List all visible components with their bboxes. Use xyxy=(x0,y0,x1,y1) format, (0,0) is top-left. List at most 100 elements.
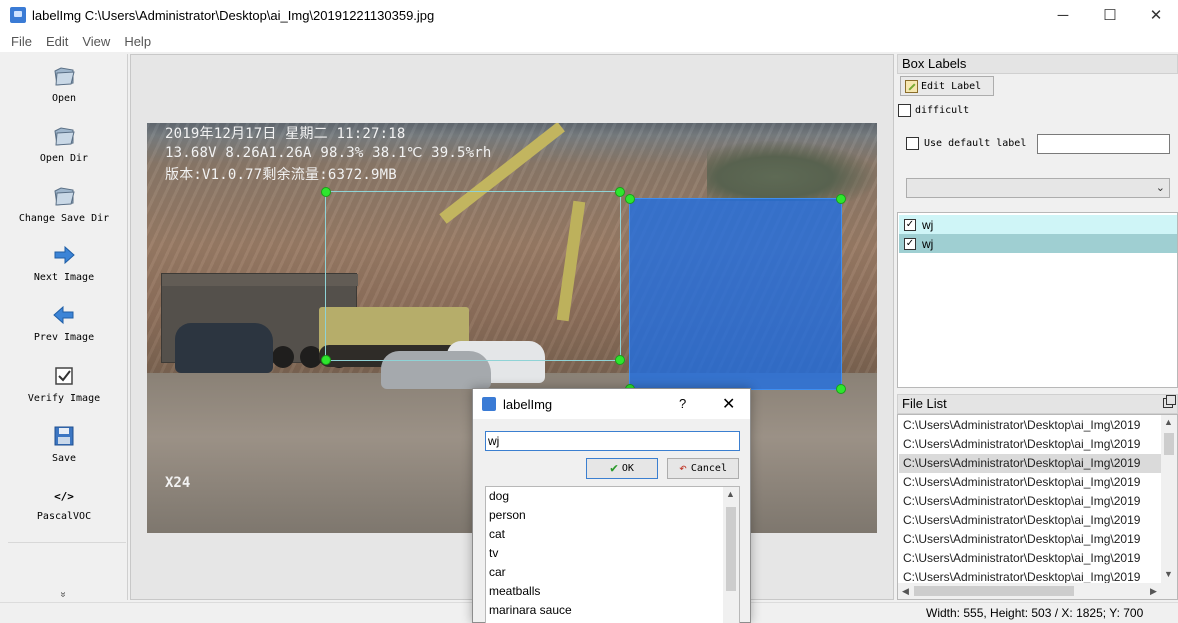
ok-button[interactable]: ✔ OK xyxy=(586,458,658,479)
open-dir-button[interactable]: Open Dir xyxy=(2,124,126,164)
file-item[interactable]: C:\Users\Administrator\Desktop\ai_Img\20… xyxy=(899,416,1161,435)
file-item[interactable]: C:\Users\Administrator\Desktop\ai_Img\20… xyxy=(899,492,1161,511)
file-list-title: File List xyxy=(897,394,1178,414)
cancel-label: Cancel xyxy=(690,463,727,474)
folder-icon xyxy=(54,127,75,146)
resize-handle[interactable] xyxy=(836,384,846,394)
app-icon xyxy=(10,7,26,23)
trees xyxy=(707,141,877,201)
list-item[interactable]: dog xyxy=(489,489,509,503)
save-button[interactable]: Save xyxy=(2,424,126,464)
toolbar-more-icon[interactable]: » xyxy=(57,592,68,598)
file-item[interactable]: C:\Users\Administrator\Desktop\ai_Img\20… xyxy=(899,473,1161,492)
file-item-selected[interactable]: C:\Users\Administrator\Desktop\ai_Img\20… xyxy=(899,454,1161,473)
scroll-thumb[interactable] xyxy=(726,507,736,591)
dialog-title-bar: labelImg ? ✕ xyxy=(473,389,750,419)
dialog-help-button[interactable]: ? xyxy=(679,396,686,411)
open-button[interactable]: Open xyxy=(2,64,126,104)
resize-handle[interactable] xyxy=(615,355,625,365)
list-item[interactable]: tv xyxy=(489,546,498,560)
osd-datetime: 2019年12月17日 星期二 11:27:18 xyxy=(165,126,406,142)
close-button[interactable]: ✕ xyxy=(1133,0,1178,30)
label-combobox[interactable]: ⌄ xyxy=(906,178,1170,198)
label-list: ✓ wj ✓ wj xyxy=(897,212,1178,388)
list-item[interactable]: cat xyxy=(489,527,505,541)
edit-label-button[interactable]: Edit Label xyxy=(900,76,994,96)
prev-image-button[interactable]: Prev Image xyxy=(2,303,126,343)
dialog-list-scrollbar[interactable]: ▲ xyxy=(723,487,739,623)
folder-icon xyxy=(54,187,75,206)
list-item[interactable]: marinara sauce xyxy=(489,603,572,617)
cancel-button[interactable]: ↶ Cancel xyxy=(667,458,739,479)
scroll-right-icon[interactable]: ▶ xyxy=(1150,586,1157,597)
file-list-vertical-scrollbar[interactable]: ▲ ▼ xyxy=(1161,415,1177,585)
list-item[interactable]: car xyxy=(489,565,506,579)
label-item[interactable]: ✓ wj xyxy=(899,215,1177,234)
scroll-left-icon[interactable]: ◀ xyxy=(902,586,909,597)
use-default-label-checkbox[interactable] xyxy=(906,137,919,150)
status-text: Width: 555, Height: 503 / X: 1825; Y: 70… xyxy=(926,606,1144,620)
checkbox-icon xyxy=(55,367,73,385)
scroll-thumb[interactable] xyxy=(914,586,1074,596)
ok-label: OK xyxy=(621,463,634,474)
file-item[interactable]: C:\Users\Administrator\Desktop\ai_Img\20… xyxy=(899,511,1161,530)
pascalvoc-label: PascalVOC xyxy=(36,511,92,522)
change-save-dir-button[interactable]: Change Save Dir xyxy=(2,184,126,224)
prev-image-label: Prev Image xyxy=(33,332,95,343)
file-list-horizontal-scrollbar[interactable]: ◀ ▶ xyxy=(898,583,1177,599)
list-item[interactable]: meatballs xyxy=(489,584,540,598)
file-list: C:\Users\Administrator\Desktop\ai_Img\20… xyxy=(897,414,1178,600)
undock-icon[interactable] xyxy=(1163,395,1176,408)
verify-image-button[interactable]: Verify Image xyxy=(2,364,126,404)
label-item[interactable]: ✓ wj xyxy=(899,234,1177,253)
box-labels-title: Box Labels xyxy=(897,54,1178,74)
menu-bar: File Edit View Help xyxy=(0,30,1178,52)
chevron-down-icon: ⌄ xyxy=(1155,182,1165,194)
label-dialog: labelImg ? ✕ wj ✔ OK ↶ Cancel dog person… xyxy=(472,388,751,623)
pascalvoc-button[interactable]: </> PascalVOC xyxy=(2,488,126,522)
label-checkbox[interactable]: ✓ xyxy=(904,237,916,250)
resize-handle[interactable] xyxy=(625,194,635,204)
label-checkbox[interactable]: ✓ xyxy=(904,218,916,231)
scroll-up-icon[interactable]: ▲ xyxy=(1164,417,1173,427)
check-icon: ✔ xyxy=(610,461,618,476)
menu-edit[interactable]: Edit xyxy=(39,34,75,49)
left-toolbar: Open Open Dir Change Save Dir Next Image… xyxy=(2,54,128,600)
scroll-down-icon[interactable]: ▼ xyxy=(1164,569,1173,579)
edit-label-text: Edit Label xyxy=(921,80,982,92)
dark-suv xyxy=(175,323,273,373)
resize-handle[interactable] xyxy=(615,187,625,197)
file-item[interactable]: C:\Users\Administrator\Desktop\ai_Img\20… xyxy=(899,549,1161,568)
file-item[interactable]: C:\Users\Administrator\Desktop\ai_Img\20… xyxy=(899,530,1161,549)
open-dir-label: Open Dir xyxy=(39,153,89,164)
minimize-button[interactable]: ─ xyxy=(1040,0,1086,30)
label-item-text: wj xyxy=(922,217,934,232)
dialog-close-button[interactable]: ✕ xyxy=(722,394,735,414)
menu-file[interactable]: File xyxy=(4,34,39,49)
dialog-title: labelImg xyxy=(503,397,553,412)
bounding-box[interactable] xyxy=(321,187,625,365)
title-bar: labelImg C:\Users\Administrator\Desktop\… xyxy=(0,0,1178,30)
toolbar-divider xyxy=(8,542,126,543)
resize-handle[interactable] xyxy=(321,187,331,197)
label-item-text: wj xyxy=(922,236,934,251)
resize-handle[interactable] xyxy=(836,194,846,204)
menu-help[interactable]: Help xyxy=(117,34,158,49)
resize-handle[interactable] xyxy=(321,355,331,365)
menu-view[interactable]: View xyxy=(75,34,117,49)
maximize-button[interactable]: ☐ xyxy=(1087,0,1133,30)
difficult-checkbox[interactable] xyxy=(898,104,911,117)
list-item[interactable]: person xyxy=(489,508,526,522)
file-item[interactable]: C:\Users\Administrator\Desktop\ai_Img\20… xyxy=(899,435,1161,454)
use-default-label-text: Use default label xyxy=(924,138,1027,149)
selected-bounding-box[interactable] xyxy=(625,194,846,394)
next-image-button[interactable]: Next Image xyxy=(2,243,126,283)
edit-icon xyxy=(905,79,918,93)
scroll-thumb[interactable] xyxy=(1164,433,1174,455)
folder-icon xyxy=(54,67,75,86)
default-label-input[interactable] xyxy=(1037,134,1170,154)
scroll-up-icon[interactable]: ▲ xyxy=(726,489,735,499)
label-name-input[interactable]: wj xyxy=(485,431,740,451)
change-save-dir-label: Change Save Dir xyxy=(18,213,110,224)
floppy-icon xyxy=(54,426,74,446)
